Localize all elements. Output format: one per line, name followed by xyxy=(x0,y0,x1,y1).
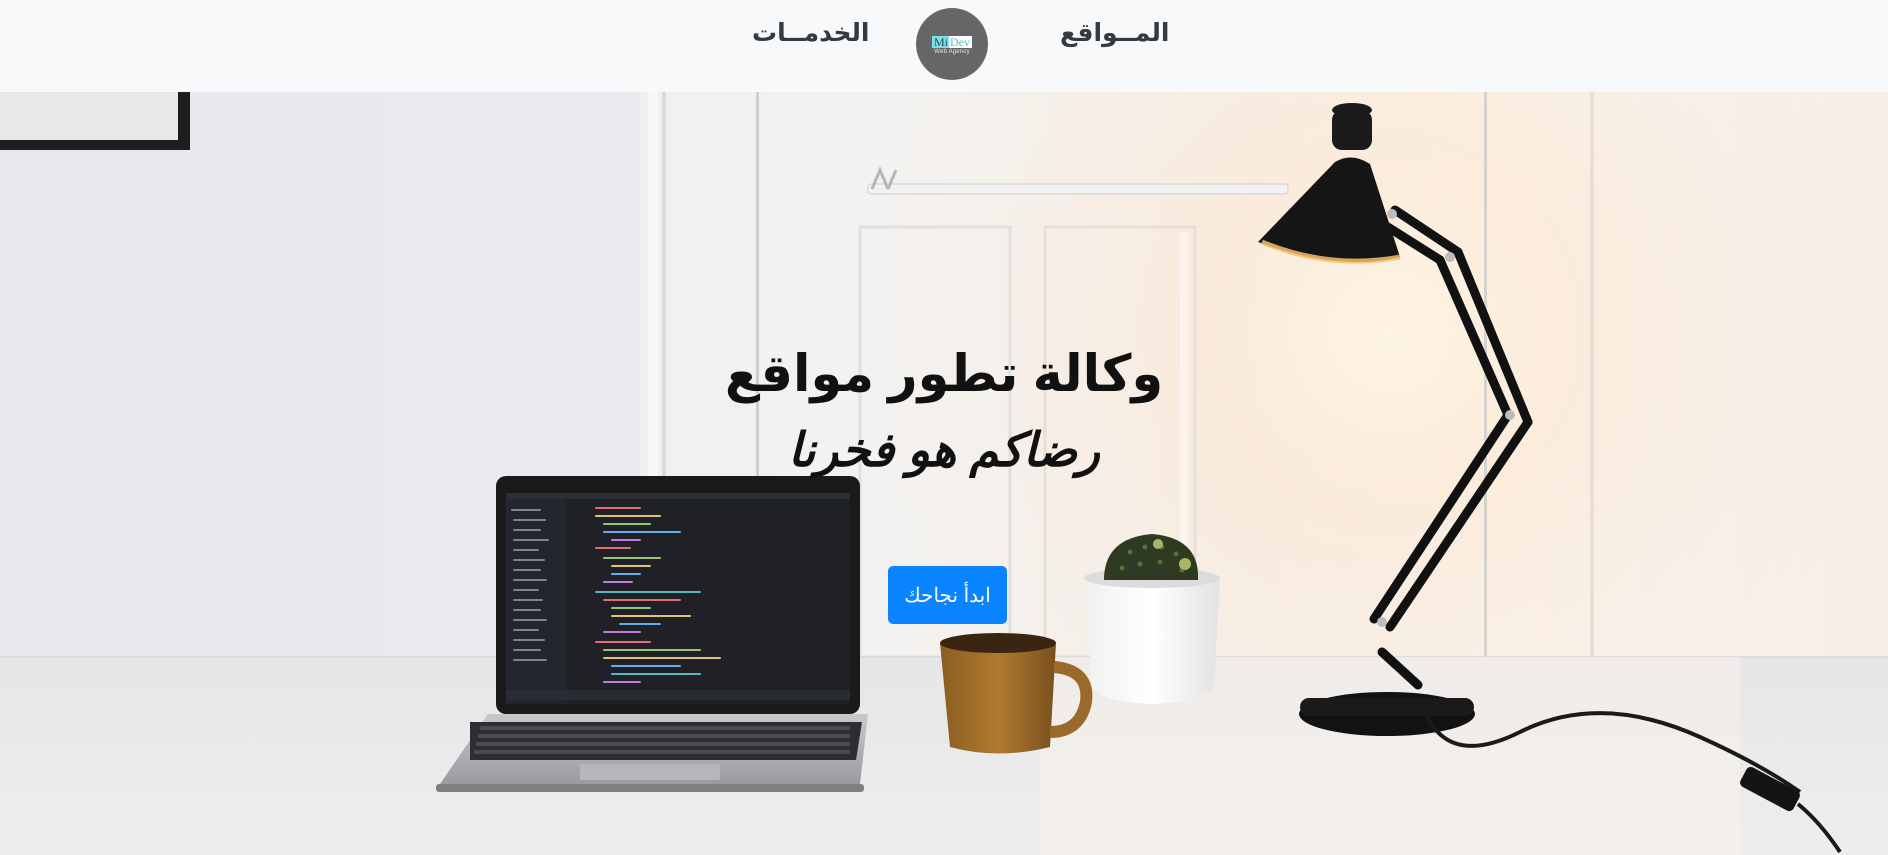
start-success-button[interactable]: ابدأ نجاحك xyxy=(888,566,1007,624)
hero-title: وكالة تطور مواقع xyxy=(724,345,1164,402)
nav-link-services[interactable]: الخدمــات xyxy=(752,18,870,48)
top-navbar: الخدمــات Mi Dev Web Agency المــواقع xyxy=(0,0,1888,92)
logo-text-mi: Mi xyxy=(931,34,949,49)
logo-wordmark: Mi Dev xyxy=(931,34,972,49)
brand-logo[interactable]: Mi Dev Web Agency xyxy=(916,8,988,80)
logo-tagline: Web Agency xyxy=(934,48,970,55)
hero-subtitle: رضاكم هو فخرنا xyxy=(788,423,1100,476)
logo-text-dev: Dev xyxy=(949,34,972,49)
hero-section: وكالة تطور مواقع رضاكم هو فخرنا ابدأ نجا… xyxy=(0,92,1888,855)
nav-link-sites[interactable]: المــواقع xyxy=(1060,18,1170,48)
